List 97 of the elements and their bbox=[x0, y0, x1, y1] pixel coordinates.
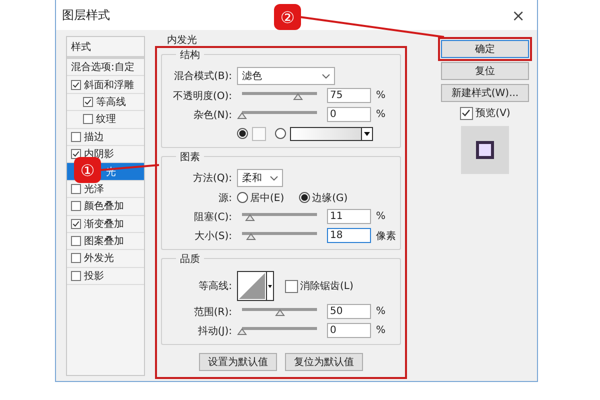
checkbox-label: 消除锯齿(L) bbox=[300, 280, 354, 293]
checkbox[interactable] bbox=[71, 149, 81, 160]
chevron-icon bbox=[270, 176, 278, 180]
style-item[interactable]: 投影 bbox=[67, 268, 144, 286]
caret-icon[interactable] bbox=[266, 272, 273, 300]
unit-label: % bbox=[376, 211, 386, 222]
style-item[interactable]: 描边 bbox=[67, 128, 144, 146]
checkbox[interactable] bbox=[460, 106, 473, 120]
unit-label: % bbox=[376, 109, 386, 120]
checkbox-label: 预览(V) bbox=[476, 107, 510, 120]
style-item[interactable]: 斜面和浮雕 bbox=[67, 76, 144, 94]
slider-thumb[interactable] bbox=[293, 93, 304, 100]
field-label: 源: bbox=[218, 192, 232, 204]
field-label: 等高线: bbox=[198, 280, 232, 293]
field-label: 方法(Q): bbox=[192, 172, 232, 185]
style-item[interactable]: 渐变叠加 bbox=[67, 216, 144, 233]
checkbox[interactable] bbox=[71, 184, 81, 194]
number-field[interactable]: 11 bbox=[327, 209, 371, 224]
checkbox[interactable] bbox=[71, 253, 81, 264]
unit-label: % bbox=[376, 306, 386, 317]
style-label: 图案叠加 bbox=[84, 234, 124, 248]
style-label: 等高线 bbox=[96, 96, 126, 109]
list-header: 样式 bbox=[67, 37, 144, 59]
number-field[interactable]: 0 bbox=[327, 323, 371, 338]
slider-thumb[interactable] bbox=[237, 112, 247, 119]
number-field[interactable]: 50 bbox=[327, 304, 371, 319]
slider-thumb[interactable] bbox=[245, 214, 256, 221]
field-label: 不透明度(O): bbox=[172, 90, 232, 102]
number-field[interactable]: 75 bbox=[327, 88, 371, 103]
number-field[interactable]: 18 bbox=[327, 228, 371, 243]
slider-thumb[interactable] bbox=[274, 309, 284, 316]
style-label: 混合选项:自定 bbox=[71, 60, 134, 74]
unit-label: 像素 bbox=[376, 230, 396, 242]
style-item[interactable]: 混合选项:自定 bbox=[67, 59, 144, 76]
number-field[interactable]: 0 bbox=[327, 107, 371, 122]
default-button[interactable]: 复位为默认值 bbox=[285, 353, 363, 371]
radio-button[interactable] bbox=[237, 128, 248, 139]
style-label: 纹理 bbox=[96, 113, 116, 126]
gradient-picker[interactable] bbox=[290, 126, 373, 140]
contour-picker[interactable] bbox=[237, 271, 274, 301]
radio-label: 居中(E) bbox=[250, 192, 284, 204]
group-title: 图素 bbox=[176, 150, 204, 164]
radio-option[interactable]: 边缘(G) bbox=[299, 190, 348, 204]
close-button[interactable]: × bbox=[508, 6, 529, 24]
style-label: 外发光 bbox=[84, 252, 114, 266]
checkbox[interactable] bbox=[71, 132, 81, 142]
checkbox[interactable] bbox=[285, 280, 298, 292]
dialog-button[interactable]: 新建样式(W)... bbox=[441, 84, 529, 102]
field-label: 阻塞(C): bbox=[192, 210, 232, 224]
field-label: 大小(S): bbox=[193, 230, 232, 242]
radio-option[interactable]: 居中(E) bbox=[237, 190, 284, 204]
field-label: 杂色(N): bbox=[192, 108, 232, 122]
slider-thumb[interactable] bbox=[237, 328, 247, 335]
style-label: 斜面和浮雕 bbox=[84, 78, 134, 92]
unit-label: % bbox=[376, 325, 386, 336]
checkbox[interactable] bbox=[71, 80, 81, 90]
dialog-button[interactable]: 确定 bbox=[441, 40, 529, 58]
field-label: 范围(R): bbox=[192, 306, 232, 318]
radio-button[interactable] bbox=[299, 192, 310, 203]
style-item[interactable]: 颜色叠加 bbox=[67, 198, 144, 216]
style-label: 描边 bbox=[84, 130, 104, 144]
dialog-button[interactable]: 复位 bbox=[441, 62, 529, 80]
radio-button[interactable] bbox=[275, 128, 286, 139]
panel-title: 内发光 bbox=[166, 36, 198, 46]
caret-icon[interactable] bbox=[361, 128, 372, 140]
dropdown[interactable]: 滤色 bbox=[237, 67, 335, 85]
group-title: 结构 bbox=[176, 48, 204, 62]
style-item[interactable]: 外发光 bbox=[67, 250, 144, 268]
style-label: 光泽 bbox=[84, 182, 104, 196]
checkbox[interactable] bbox=[83, 114, 93, 124]
number-badge: ② bbox=[274, 4, 301, 30]
checkbox[interactable] bbox=[83, 96, 93, 107]
color-swatch[interactable] bbox=[252, 126, 266, 140]
checkbox[interactable] bbox=[71, 218, 81, 229]
style-item[interactable]: 图案叠加 bbox=[67, 232, 144, 250]
radio-button[interactable] bbox=[237, 192, 248, 203]
checkbox[interactable] bbox=[71, 236, 81, 246]
curve-icon bbox=[238, 272, 266, 300]
window-title: 图层样式 bbox=[62, 6, 110, 24]
default-button[interactable]: 设置为默认值 bbox=[199, 353, 277, 371]
style-label: 投影 bbox=[84, 270, 104, 283]
style-item[interactable]: 等高线 bbox=[67, 94, 144, 112]
checkbox[interactable] bbox=[71, 270, 81, 281]
number-badge: ① bbox=[74, 157, 101, 183]
glow-square-icon bbox=[475, 140, 495, 160]
style-item[interactable]: 纹理 bbox=[67, 111, 144, 129]
group-title: 品质 bbox=[176, 252, 204, 266]
dropdown[interactable]: 柔和 bbox=[237, 169, 283, 187]
style-label: 渐变叠加 bbox=[84, 218, 124, 231]
radio-label: 边缘(G) bbox=[312, 192, 348, 204]
chevron-icon bbox=[322, 74, 330, 78]
unit-label: % bbox=[376, 90, 386, 101]
checkbox[interactable] bbox=[71, 201, 81, 212]
field-label: 抖动(J): bbox=[196, 324, 232, 338]
field-label: 混合模式(B): bbox=[172, 70, 232, 83]
slider-thumb[interactable] bbox=[246, 233, 256, 240]
style-label: 颜色叠加 bbox=[84, 200, 124, 214]
